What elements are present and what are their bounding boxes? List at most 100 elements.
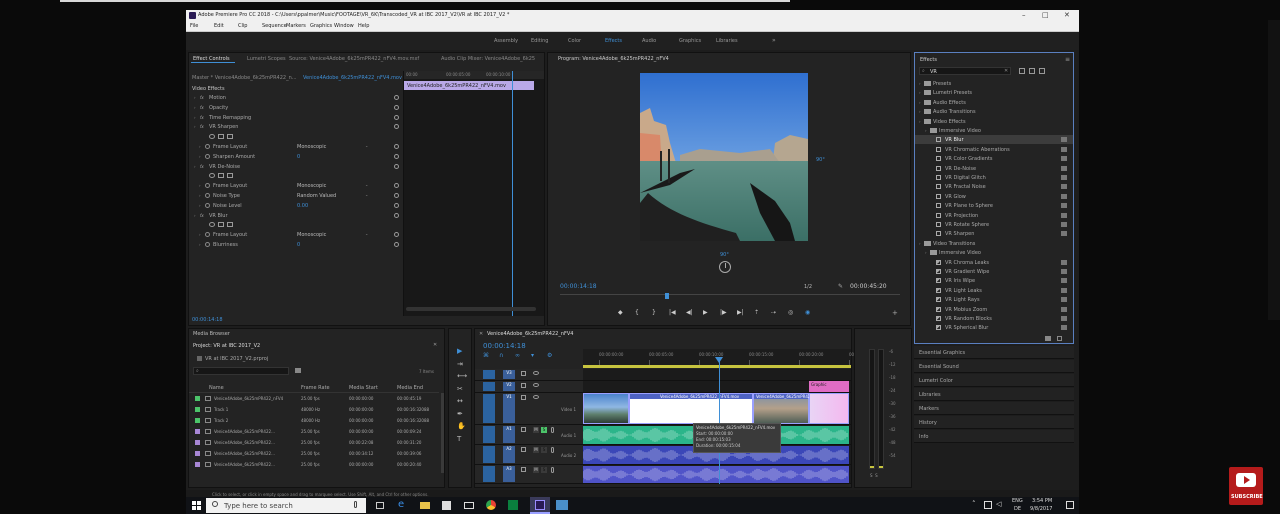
video-clip-thumbnail[interactable]: Venice4Adobe_6k25mPR422_nFV4.mov (753, 393, 835, 424)
chrome-icon[interactable] (486, 500, 496, 510)
expand-twirl-icon[interactable]: › (194, 105, 196, 110)
accelerated-icon[interactable] (1019, 68, 1025, 74)
rect-mask-icon[interactable] (218, 173, 224, 179)
track-header-v3[interactable]: V3 (475, 369, 583, 381)
expand-twirl-icon[interactable]: › (919, 109, 921, 114)
reset-icon[interactable] (394, 193, 399, 198)
project-row[interactable]: Venice4Adobe_6k25mPR422... 25.00 fps 00:00… (189, 437, 439, 447)
effects-tree-item[interactable]: VR Projection (915, 211, 1073, 220)
expand-twirl-icon[interactable]: › (199, 232, 201, 237)
reset-icon[interactable] (394, 144, 399, 149)
project-column-0[interactable]: Name (209, 385, 224, 391)
close-button[interactable]: ✕ (1064, 11, 1070, 19)
edge-icon[interactable]: e (398, 500, 404, 510)
program-viewer[interactable] (640, 73, 808, 241)
media-browser-tab[interactable]: Media Browser (193, 331, 230, 337)
chevron-down-icon[interactable]: ⌄ (365, 192, 368, 197)
effects-tree-item[interactable]: VR Sharpen (915, 229, 1073, 238)
label-color-swatch[interactable] (195, 451, 200, 456)
fx-icon[interactable]: fx (200, 95, 204, 100)
selection-tool-icon[interactable]: ▶ (457, 347, 462, 355)
effects-tree-item[interactable]: VR Blur (915, 135, 1073, 145)
type-tool-icon[interactable]: T (457, 435, 461, 443)
solo-button[interactable]: S (541, 447, 547, 453)
lift-icon[interactable]: ⇡ (754, 309, 759, 316)
lock-icon[interactable] (521, 395, 526, 400)
effects-search[interactable]: ⌕ VR ✕ (919, 67, 1011, 75)
project-scrollbar[interactable] (441, 393, 444, 473)
reset-icon[interactable] (394, 232, 399, 238)
expand-twirl-icon[interactable]: › (919, 100, 921, 105)
program-add-button[interactable]: + (892, 309, 898, 317)
video-clip-thumbnail[interactable] (583, 393, 629, 424)
export-frame-icon[interactable]: ◎ (788, 309, 793, 316)
mute-button[interactable]: M (533, 447, 539, 453)
project-column-1[interactable]: Frame Rate (301, 385, 330, 391)
effects-tree-item[interactable]: VR Color Gradients (915, 154, 1073, 163)
menu-edit[interactable]: Edit (214, 23, 224, 29)
yuv-icon[interactable] (1039, 68, 1045, 74)
new-bin-from-search-icon[interactable] (295, 368, 301, 373)
effects-tree-item[interactable]: › Lumetri Presets (915, 88, 1073, 97)
effects-tree-item[interactable]: VR Mobius Zoom (915, 305, 1073, 314)
expand-twirl-icon[interactable]: › (199, 242, 201, 247)
project-row[interactable]: Venice4Adobe_6k25mPR422... 25.00 fps 00:00… (189, 426, 439, 436)
workspace-audio[interactable]: Audio (642, 38, 656, 44)
track-target-label[interactable]: V2 (503, 382, 515, 391)
fx-icon[interactable]: fx (200, 105, 204, 110)
32bit-icon[interactable] (1029, 68, 1035, 74)
effect-row[interactable] (189, 171, 394, 180)
panel-essential-sound[interactable]: Essential Sound (914, 360, 1074, 373)
panel-info[interactable]: Info (914, 430, 1074, 443)
effect-dropdown[interactable]: Monoscopic (297, 144, 326, 150)
workspace-libraries[interactable]: Libraries (716, 38, 738, 44)
track-target-label[interactable]: A2 (503, 446, 515, 463)
effect-row[interactable]: › fx Time Remapping (189, 113, 394, 122)
slip-tool-icon[interactable]: ↔ (457, 397, 463, 405)
pen-mask-icon[interactable] (227, 222, 233, 228)
fx-icon[interactable]: fx (200, 115, 204, 120)
expand-twirl-icon[interactable]: › (919, 90, 921, 95)
expand-twirl-icon[interactable]: › (919, 81, 921, 86)
lock-icon[interactable] (521, 383, 526, 388)
reset-icon[interactable] (394, 212, 399, 218)
chevron-down-icon[interactable]: ⌄ (365, 231, 368, 236)
eye-icon[interactable] (533, 395, 539, 399)
effects-tree-item[interactable]: VR Rotate Sphere (915, 220, 1073, 229)
project-row[interactable]: Venice4Adobe_6k25mPR422_nFV4 25.00 fps 00:… (189, 393, 439, 403)
tray-chevron-icon[interactable]: ˄ (972, 500, 976, 508)
pen-mask-icon[interactable] (227, 173, 233, 179)
reset-icon[interactable] (394, 242, 399, 247)
playhead-handle[interactable] (715, 357, 723, 363)
track-target-label[interactable]: V1 (503, 394, 515, 423)
expand-twirl-icon[interactable]: › (194, 95, 196, 100)
menu-help[interactable]: Help (358, 23, 369, 29)
effect-row[interactable]: › Blurriness 0 (189, 240, 394, 249)
task-view-icon[interactable] (376, 502, 384, 509)
reset-icon[interactable] (394, 163, 399, 169)
effect-row[interactable]: › Frame Layout Monoscopic ⌄ (189, 142, 394, 151)
effects-tree-item[interactable]: VR Chroma Leaks (915, 258, 1073, 267)
lock-icon[interactable] (521, 467, 526, 472)
nest-icon[interactable]: ⌘ (483, 352, 489, 359)
project-title[interactable]: Project: VR at IBC 2017_V2 (193, 343, 260, 349)
fx-icon[interactable]: fx (200, 124, 204, 129)
volume-icon[interactable]: ◁ (996, 500, 1001, 508)
work-area-bar[interactable] (583, 365, 851, 368)
project-row[interactable]: Track 2 48000 Hz 00:00:00:00 00:00:16:32088 (189, 415, 439, 425)
expand-twirl-icon[interactable]: › (194, 115, 196, 120)
program-timecode[interactable]: 00:00:14:18 (560, 283, 597, 290)
mark-in-icon[interactable]: { (635, 309, 639, 316)
lock-icon[interactable] (521, 371, 526, 376)
effects-tree-item[interactable]: VR Random Blocks (915, 314, 1073, 323)
new-bin-icon[interactable] (1045, 336, 1051, 341)
expand-twirl-icon[interactable]: › (194, 213, 196, 218)
source-patch[interactable] (483, 466, 495, 482)
pen-tool-icon[interactable]: ✒ (457, 410, 463, 418)
mini-clip[interactable]: Venice4Adobe_6k25mPR422_nFV4.mov (404, 81, 534, 90)
track-header-a3[interactable]: A3 M S (475, 465, 583, 484)
source-tab-3[interactable]: Audio Clip Mixer: Venice4Adobe_6k25 (441, 56, 535, 62)
effects-tree-item[interactable]: › Video Transitions (915, 239, 1073, 248)
stopwatch-icon[interactable] (205, 193, 210, 198)
play-icon[interactable]: ▶ (703, 309, 708, 316)
